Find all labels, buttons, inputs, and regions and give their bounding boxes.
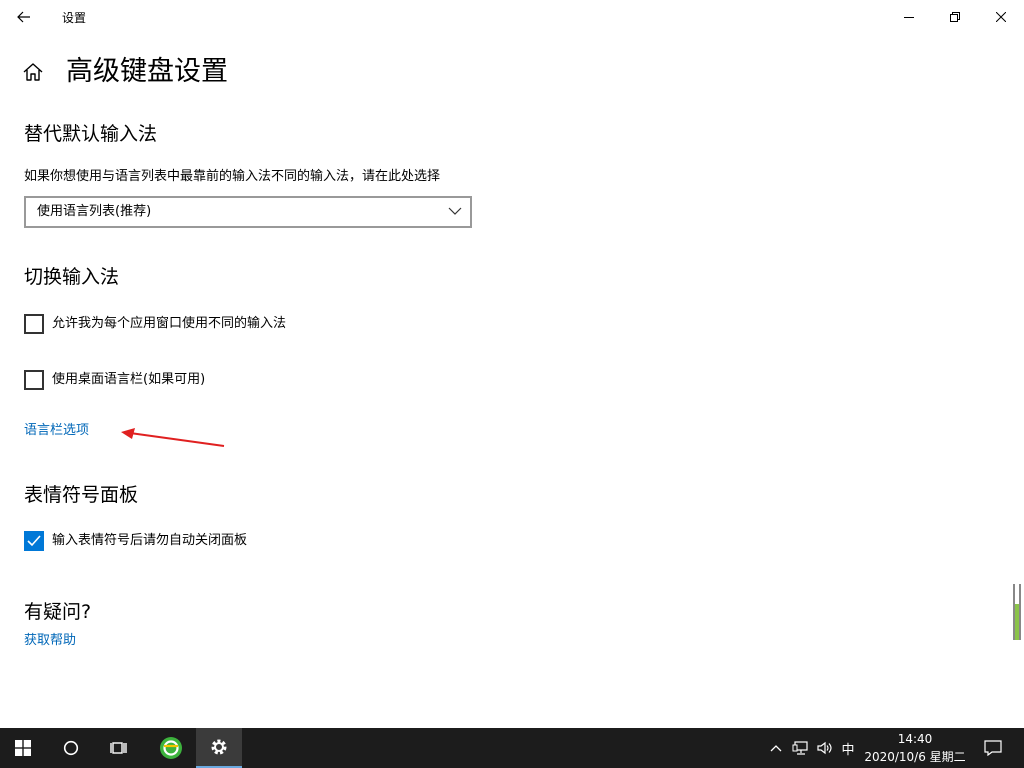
section-title-emoji-panel: 表情符号面板 — [24, 484, 139, 506]
360-browser-icon — [160, 737, 182, 759]
section-title-switch-input: 切换输入法 — [24, 266, 120, 288]
restore-icon — [950, 12, 960, 22]
notification-icon — [984, 740, 1002, 756]
action-center-button[interactable] — [978, 728, 1008, 768]
checkbox-row-per-app-input[interactable]: 允许我为每个应用窗口使用不同的输入法 — [24, 314, 286, 334]
checkmark-icon — [27, 535, 41, 547]
checkbox-row-emoji-autoclose[interactable]: 输入表情符号后请勿自动关闭面板 — [24, 531, 247, 551]
search-circle-icon — [63, 740, 79, 756]
desktop-langbar-checkbox[interactable] — [24, 370, 44, 390]
settings-taskbar-button[interactable] — [196, 728, 242, 768]
close-icon — [996, 12, 1006, 22]
network-button[interactable] — [790, 728, 812, 768]
section-title-default-input: 替代默认输入法 — [24, 123, 158, 145]
chevron-up-icon — [770, 745, 782, 752]
langbar-options-link[interactable]: 语言栏选项 — [24, 422, 89, 440]
tray-overflow-button[interactable] — [766, 728, 786, 768]
scrollbar[interactable] — [1012, 582, 1022, 642]
emoji-autoclose-label: 输入表情符号后请勿自动关闭面板 — [52, 533, 248, 548]
chevron-down-icon — [448, 207, 462, 215]
clock-date: 2020/10/6 星期二 — [864, 750, 966, 764]
volume-button[interactable] — [814, 728, 836, 768]
default-input-description: 如果你想使用与语言列表中最靠前的输入法不同的输入法，请在此处选择 — [24, 169, 441, 184]
clock-time: 14:40 — [897, 732, 933, 746]
ime-indicator[interactable]: 中 — [838, 728, 858, 768]
restore-button[interactable] — [932, 0, 978, 34]
home-icon — [23, 63, 43, 81]
clock[interactable]: 14:40 2020/10/6 星期二 — [860, 730, 970, 766]
home-button[interactable] — [22, 61, 46, 85]
checkbox-row-desktop-langbar[interactable]: 使用桌面语言栏(如果可用) — [24, 370, 205, 390]
360-browser-button[interactable] — [148, 728, 194, 768]
default-input-dropdown[interactable]: 使用语言列表(推荐) — [24, 196, 472, 228]
volume-icon — [817, 741, 832, 755]
app-title: 设置 — [62, 11, 87, 25]
per-app-input-checkbox[interactable] — [24, 314, 44, 334]
page-title: 高级键盘设置 — [66, 56, 228, 87]
close-button[interactable] — [978, 0, 1024, 34]
task-view-button[interactable] — [96, 728, 142, 768]
task-view-icon — [110, 742, 127, 754]
section-title-help: 有疑问? — [24, 601, 92, 623]
annotation-arrow-icon — [121, 428, 225, 447]
start-button[interactable] — [0, 728, 46, 768]
back-arrow-icon — [17, 11, 30, 23]
per-app-input-label: 允许我为每个应用窗口使用不同的输入法 — [52, 316, 287, 331]
desktop-langbar-label: 使用桌面语言栏(如果可用) — [52, 372, 206, 387]
dropdown-selected-value: 使用语言列表(推荐) — [37, 204, 152, 219]
windows-logo-icon — [15, 740, 31, 756]
minimize-icon — [904, 17, 914, 18]
back-button[interactable] — [8, 2, 40, 32]
get-help-link[interactable]: 获取帮助 — [24, 632, 76, 650]
network-icon — [792, 741, 808, 755]
minimize-button[interactable] — [886, 0, 932, 34]
gear-icon — [211, 739, 227, 755]
search-button[interactable] — [48, 728, 94, 768]
taskbar: 中 14:40 2020/10/6 星期二 — [0, 728, 1024, 768]
title-bar: 设置 — [0, 0, 1024, 34]
emoji-autoclose-checkbox[interactable] — [24, 531, 44, 551]
